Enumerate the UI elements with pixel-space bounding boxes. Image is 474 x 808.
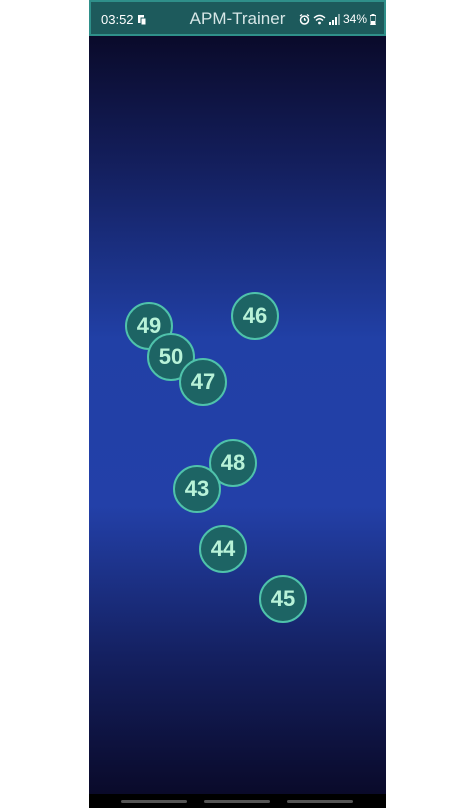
wifi-icon	[313, 14, 326, 25]
target-circle[interactable]: 43	[173, 465, 221, 513]
battery-icon	[370, 13, 376, 25]
nav-back-handle[interactable]	[287, 800, 353, 803]
nav-home-handle[interactable]	[204, 800, 270, 803]
navigation-bar	[89, 794, 386, 808]
signal-icon	[328, 13, 340, 25]
phone-screen: 03:52 APM-Trainer 34% 49 46 50 47 48 43 …	[89, 0, 386, 808]
game-area[interactable]: 49 46 50 47 48 43 44 45	[89, 36, 386, 794]
alarm-icon	[299, 13, 310, 25]
target-circle[interactable]: 44	[199, 525, 247, 573]
nav-recents-handle[interactable]	[121, 800, 187, 803]
status-icons: 34%	[299, 12, 376, 26]
target-circle[interactable]: 46	[231, 292, 279, 340]
target-circle[interactable]: 47	[179, 358, 227, 406]
target-circle[interactable]: 45	[259, 575, 307, 623]
battery-percent: 34%	[342, 12, 367, 26]
status-bar: 03:52 APM-Trainer 34%	[89, 0, 386, 36]
